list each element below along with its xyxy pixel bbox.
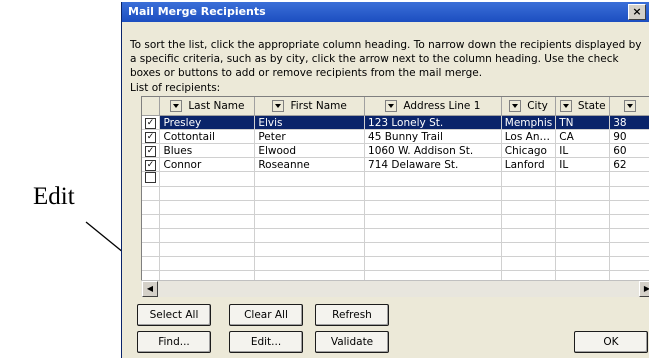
- dropdown-arrow-icon[interactable]: [509, 100, 522, 112]
- row-checkbox-cell[interactable]: ✓: [142, 129, 161, 144]
- cell-address: [364, 171, 502, 187]
- empty-row: [142, 242, 649, 257]
- cell-last-name: Blues: [159, 143, 256, 158]
- horizontal-scrollbar[interactable]: ◀ ▶: [141, 280, 649, 297]
- cell-state: IL: [555, 157, 611, 172]
- cell-zip: [609, 171, 649, 187]
- cell-last-name: Cottontail: [159, 129, 256, 144]
- empty-row: [142, 200, 649, 215]
- validate-button[interactable]: Validate: [315, 331, 389, 353]
- dialog-title: Mail Merge Recipients: [128, 5, 266, 18]
- cell-last-name: Presley: [159, 115, 256, 130]
- dropdown-arrow-icon[interactable]: [272, 100, 285, 112]
- column-header-city[interactable]: City: [501, 97, 557, 116]
- cell-address: 123 Lonely St.: [364, 115, 502, 130]
- empty-row: [142, 186, 649, 201]
- cell-first-name: Peter: [254, 129, 366, 144]
- cell-first-name: [254, 171, 366, 187]
- row-checkbox-cell[interactable]: ✓: [142, 115, 161, 130]
- cell-state: [555, 171, 611, 187]
- edit-button[interactable]: Edit...: [229, 331, 303, 353]
- cell-state: CA: [555, 129, 611, 144]
- dropdown-arrow-icon[interactable]: [559, 100, 572, 112]
- cell-zip: 90: [609, 129, 649, 144]
- cell-state: TN: [555, 115, 611, 130]
- scroll-right-icon[interactable]: ▶: [639, 281, 649, 297]
- table-row[interactable]: ✓ Presley Elvis 123 Lonely St. Memphis T…: [142, 115, 649, 130]
- mail-merge-recipients-dialog: Mail Merge Recipients × To sort the list…: [121, 2, 649, 358]
- ok-button[interactable]: OK: [574, 331, 648, 353]
- cell-city: Memphis: [501, 115, 557, 130]
- recipients-list-label: List of recipients:: [130, 82, 221, 94]
- refresh-button[interactable]: Refresh: [315, 304, 389, 326]
- column-header-address-line-1[interactable]: Address Line 1: [364, 97, 502, 116]
- close-button[interactable]: ×: [628, 4, 646, 20]
- table-row[interactable]: [142, 171, 649, 187]
- find-button[interactable]: Find...: [137, 331, 211, 353]
- row-checkbox-cell[interactable]: ✓: [142, 157, 161, 172]
- row-checkbox-cell[interactable]: ✓: [142, 143, 161, 158]
- dropdown-arrow-icon[interactable]: [170, 100, 183, 112]
- dropdown-arrow-icon[interactable]: [385, 100, 398, 112]
- row-checkbox-cell[interactable]: [142, 171, 161, 187]
- cell-zip: 60: [609, 143, 649, 158]
- cell-first-name: Elvis: [254, 115, 366, 130]
- instructions-text: To sort the list, click the appropriate …: [130, 39, 642, 79]
- column-header-last-name[interactable]: Last Name: [159, 97, 256, 116]
- column-header-checkbox: [142, 97, 161, 116]
- cell-address: 45 Bunny Trail: [364, 129, 502, 144]
- column-header-first-name[interactable]: First Name: [254, 97, 366, 116]
- checkbox[interactable]: ✓: [145, 146, 156, 157]
- cell-zip: 62: [609, 157, 649, 172]
- cell-zip: 38: [609, 115, 649, 130]
- column-header-zip[interactable]: [609, 97, 649, 116]
- table-row[interactable]: ✓ Cottontail Peter 45 Bunny Trail Los An…: [142, 129, 649, 144]
- column-header-state[interactable]: State: [555, 97, 611, 116]
- clear-all-button[interactable]: Clear All: [229, 304, 303, 326]
- cell-city: Los An…: [501, 129, 557, 144]
- cell-address: 714 Delaware St.: [364, 157, 502, 172]
- cell-city: Lanford: [501, 157, 557, 172]
- table-row[interactable]: ✓ Connor Roseanne 714 Delaware St. Lanfo…: [142, 157, 649, 172]
- cell-state: IL: [555, 143, 611, 158]
- dropdown-arrow-icon[interactable]: [624, 100, 637, 112]
- cell-first-name: Elwood: [254, 143, 366, 158]
- checkbox[interactable]: ✓: [145, 132, 156, 143]
- checkbox[interactable]: [145, 172, 156, 183]
- select-all-button[interactable]: Select All: [137, 304, 211, 326]
- dialog-titlebar: Mail Merge Recipients ×: [122, 2, 649, 22]
- cell-first-name: Roseanne: [254, 157, 366, 172]
- checkbox[interactable]: ✓: [145, 160, 156, 171]
- cell-city: Chicago: [501, 143, 557, 158]
- checkbox[interactable]: ✓: [145, 118, 156, 129]
- empty-row: [142, 228, 649, 243]
- table-row[interactable]: ✓ Blues Elwood 1060 W. Addison St. Chica…: [142, 143, 649, 158]
- recipients-table: Last Name First Name Address Line 1 City…: [142, 97, 649, 285]
- cell-last-name: Connor: [159, 157, 256, 172]
- cell-last-name: [159, 171, 256, 187]
- empty-row: [142, 256, 649, 271]
- cell-city: [501, 171, 557, 187]
- cell-address: 1060 W. Addison St.: [364, 143, 502, 158]
- empty-row: [142, 214, 649, 229]
- header-row: Last Name First Name Address Line 1 City…: [142, 97, 649, 116]
- scroll-left-icon[interactable]: ◀: [142, 281, 158, 297]
- recipients-grid[interactable]: Last Name First Name Address Line 1 City…: [141, 96, 649, 287]
